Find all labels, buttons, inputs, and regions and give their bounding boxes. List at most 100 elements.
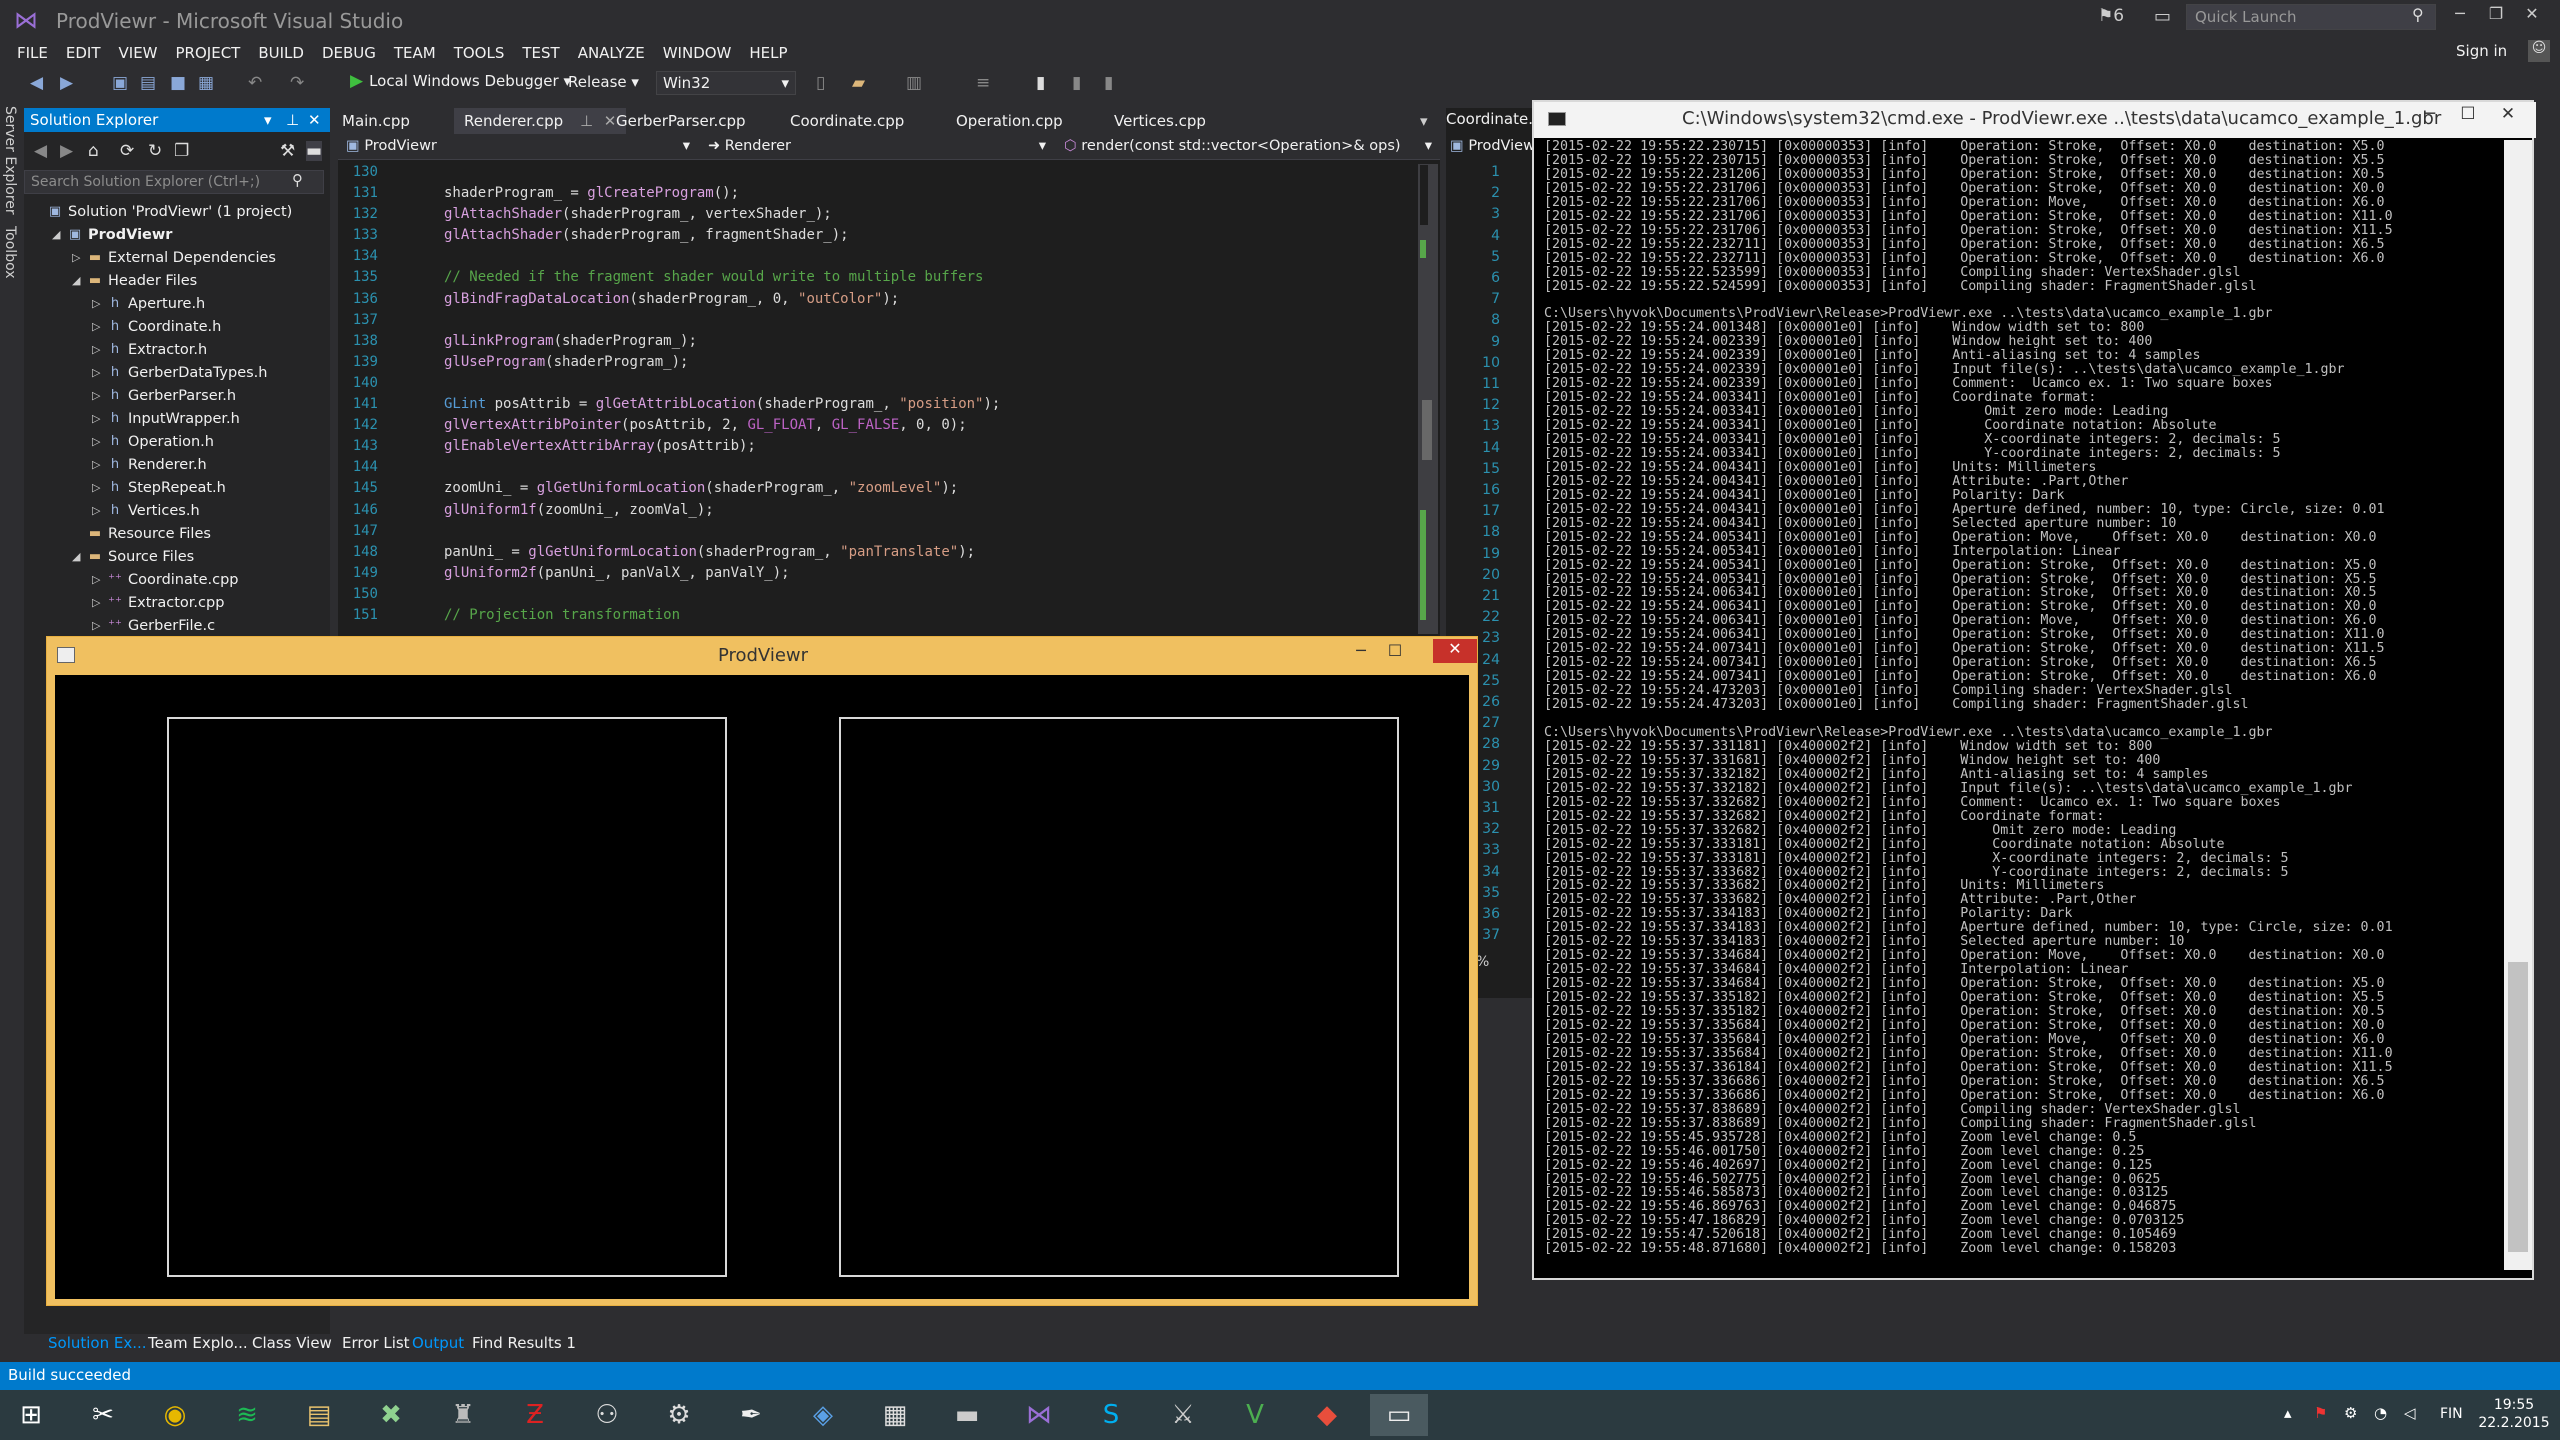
collapsed-arrow-icon[interactable]: ▷ bbox=[92, 504, 106, 517]
spotify-icon[interactable]: ≋ bbox=[218, 1394, 276, 1436]
align-icon[interactable]: ▥ bbox=[906, 73, 922, 93]
tab-coordinate-cpp[interactable]: Coordinate.cpp bbox=[790, 108, 904, 134]
clock[interactable]: 19:55 22.2.2015 bbox=[2476, 1396, 2552, 1432]
filezilla-icon[interactable]: Ƶ bbox=[506, 1394, 564, 1436]
configuration-select[interactable]: Release ▾ bbox=[562, 71, 652, 95]
close-icon[interactable]: ✕ bbox=[604, 112, 617, 130]
wifi-icon[interactable]: ◔ bbox=[2374, 1404, 2387, 1422]
inkscape-icon[interactable]: ✒ bbox=[722, 1394, 780, 1436]
new-project-icon[interactable]: ▣ bbox=[112, 73, 128, 93]
forward-icon[interactable]: ▶ bbox=[60, 141, 73, 161]
tab-class-view[interactable]: Class View bbox=[252, 1334, 332, 1352]
member-dropdown[interactable]: ⬡ render(const std::vector<Operation>& o… bbox=[1058, 136, 1438, 158]
collapsed-arrow-icon[interactable]: ▷ bbox=[92, 596, 106, 609]
vim-icon[interactable]: V bbox=[1226, 1394, 1284, 1436]
putty-icon[interactable]: ⚇ bbox=[578, 1394, 636, 1436]
collapsed-arrow-icon[interactable]: ▷ bbox=[92, 435, 106, 448]
tree-item[interactable]: ▷ h Coordinate.h bbox=[24, 315, 330, 338]
menu-test[interactable]: TEST bbox=[513, 40, 568, 66]
maximize-button[interactable]: ☐ bbox=[1377, 641, 1413, 667]
tree-item[interactable]: ▷ h Extractor.h bbox=[24, 338, 330, 361]
cmd-icon[interactable]: ▬ bbox=[938, 1394, 996, 1436]
attach-icon[interactable]: ▯ bbox=[816, 73, 825, 93]
snipping-tool-icon[interactable]: ✂ bbox=[74, 1394, 132, 1436]
forward-icon[interactable]: ▶ bbox=[60, 73, 73, 93]
collapsed-arrow-icon[interactable]: ▷ bbox=[72, 251, 86, 264]
minimize-button[interactable]: ─ bbox=[2442, 4, 2478, 30]
indent-icon[interactable]: ≡ bbox=[976, 73, 990, 93]
feedback-icon[interactable]: ▭ bbox=[2154, 6, 2171, 27]
tree-item[interactable]: ◢ ▬ Header Files bbox=[24, 269, 330, 292]
start-debugger-button[interactable]: ▶ Local Windows Debugger ▾ bbox=[350, 71, 571, 91]
tank-game-icon[interactable]: ♜ bbox=[434, 1394, 492, 1436]
refresh-icon[interactable]: ↻ bbox=[148, 141, 162, 161]
menu-file[interactable]: FILE bbox=[8, 40, 57, 66]
menu-project[interactable]: PROJECT bbox=[167, 40, 250, 66]
tab-gerberparser-cpp[interactable]: GerberParser.cpp bbox=[616, 108, 746, 134]
close-button[interactable]: ✕ bbox=[2514, 4, 2550, 30]
sync-icon[interactable]: ⟳ bbox=[120, 141, 134, 161]
expanded-arrow-icon[interactable]: ◢ bbox=[52, 228, 66, 241]
collapsed-arrow-icon[interactable]: ▷ bbox=[92, 366, 106, 379]
tab-output[interactable]: Output bbox=[412, 1334, 464, 1352]
tab-vertices-cpp[interactable]: Vertices.cpp bbox=[1114, 108, 1206, 134]
tab-coordinate-h[interactable]: Coordinate.h bbox=[1446, 110, 1543, 128]
tab-renderer-cpp[interactable]: Renderer.cpp ⊥ ✕ bbox=[454, 108, 627, 134]
collapsed-arrow-icon[interactable]: ▷ bbox=[92, 389, 106, 402]
tab-main-cpp[interactable]: Main.cpp bbox=[342, 108, 410, 134]
secondary-nav-project[interactable]: ▣ ProdViewr bbox=[1450, 138, 1541, 154]
save-all-icon[interactable]: ▦ bbox=[198, 73, 214, 93]
tree-item[interactable]: ▷ h StepRepeat.h bbox=[24, 476, 330, 499]
notifications-flag-icon[interactable]: ⚑6 bbox=[2098, 6, 2124, 26]
virtualbox-icon[interactable]: ◈ bbox=[794, 1394, 852, 1436]
menu-debug[interactable]: DEBUG bbox=[313, 40, 385, 66]
collapsed-arrow-icon[interactable]: ▷ bbox=[92, 320, 106, 333]
file-explorer-icon[interactable]: ▤ bbox=[290, 1394, 348, 1436]
tree-item[interactable]: ◢ ▬ Source Files bbox=[24, 545, 330, 568]
search-icon[interactable]: ⚲ bbox=[2412, 5, 2424, 24]
steam-icon[interactable]: ⚙ bbox=[650, 1394, 708, 1436]
redo-icon[interactable]: ↷ bbox=[290, 73, 304, 93]
prev-bookmark-icon[interactable]: ▮ bbox=[1072, 73, 1081, 93]
pcb-tool-icon[interactable]: ✖ bbox=[362, 1394, 420, 1436]
menu-help[interactable]: HELP bbox=[740, 40, 796, 66]
close-panel-icon[interactable]: ✕ bbox=[308, 111, 321, 129]
git-icon[interactable]: ◆ bbox=[1298, 1394, 1356, 1436]
menu-analyze[interactable]: ANALYZE bbox=[569, 40, 654, 66]
calculator-icon[interactable]: ▦ bbox=[866, 1394, 924, 1436]
quick-launch-input[interactable]: Quick Launch bbox=[2186, 4, 2436, 30]
restore-button[interactable]: ❐ bbox=[2478, 4, 2514, 30]
menu-tools[interactable]: TOOLS bbox=[445, 40, 514, 66]
menu-edit[interactable]: EDIT bbox=[57, 40, 110, 66]
menu-team[interactable]: TEAM bbox=[385, 40, 445, 66]
back-icon[interactable]: ◀ bbox=[34, 141, 47, 161]
toolbox-tab[interactable]: Toolbox bbox=[2, 226, 18, 279]
undo-icon[interactable]: ↶ bbox=[248, 73, 262, 93]
tree-item[interactable]: ▷ ⁺⁺ Extractor.cpp bbox=[24, 591, 330, 614]
account-icon[interactable]: ☺ bbox=[2528, 40, 2550, 62]
tree-item[interactable]: ▷ h Operation.h bbox=[24, 430, 330, 453]
cmd-scroll-thumb[interactable] bbox=[2508, 962, 2528, 1252]
expanded-arrow-icon[interactable]: ◢ bbox=[72, 550, 86, 563]
tree-item[interactable]: ▷ h Renderer.h bbox=[24, 453, 330, 476]
platform-select[interactable]: Win32 ▾ bbox=[656, 71, 796, 95]
close-button[interactable]: ✕ bbox=[2488, 104, 2528, 130]
render-canvas[interactable] bbox=[55, 675, 1469, 1299]
menu-view[interactable]: VIEW bbox=[110, 40, 167, 66]
save-icon[interactable]: ■ bbox=[170, 73, 186, 93]
dropdown-icon[interactable]: ▾ bbox=[264, 111, 272, 129]
minimize-button[interactable]: ─ bbox=[1343, 641, 1379, 667]
network-icon[interactable]: ⚙ bbox=[2344, 1404, 2357, 1422]
tree-item[interactable]: ▷ ⁺⁺ Coordinate.cpp bbox=[24, 568, 330, 591]
tab-error-list[interactable]: Error List bbox=[342, 1334, 410, 1352]
action-center-icon[interactable]: ⚑ bbox=[2314, 1404, 2327, 1422]
find-in-files-icon[interactable]: ▰ bbox=[852, 73, 865, 93]
class-dropdown[interactable]: ➜ Renderer ▾ bbox=[702, 136, 1052, 158]
menu-window[interactable]: WINDOW bbox=[654, 40, 741, 66]
tree-item[interactable]: ◢ ▣ ProdViewr bbox=[24, 223, 330, 246]
input-language[interactable]: FIN bbox=[2440, 1406, 2463, 1422]
home-icon[interactable]: ⌂ bbox=[88, 141, 99, 161]
visual-studio-icon[interactable]: ⋈ bbox=[1010, 1394, 1068, 1436]
tab-team-explorer[interactable]: Team Explo... bbox=[148, 1334, 248, 1352]
tray-overflow-icon[interactable]: ▴ bbox=[2284, 1404, 2292, 1422]
